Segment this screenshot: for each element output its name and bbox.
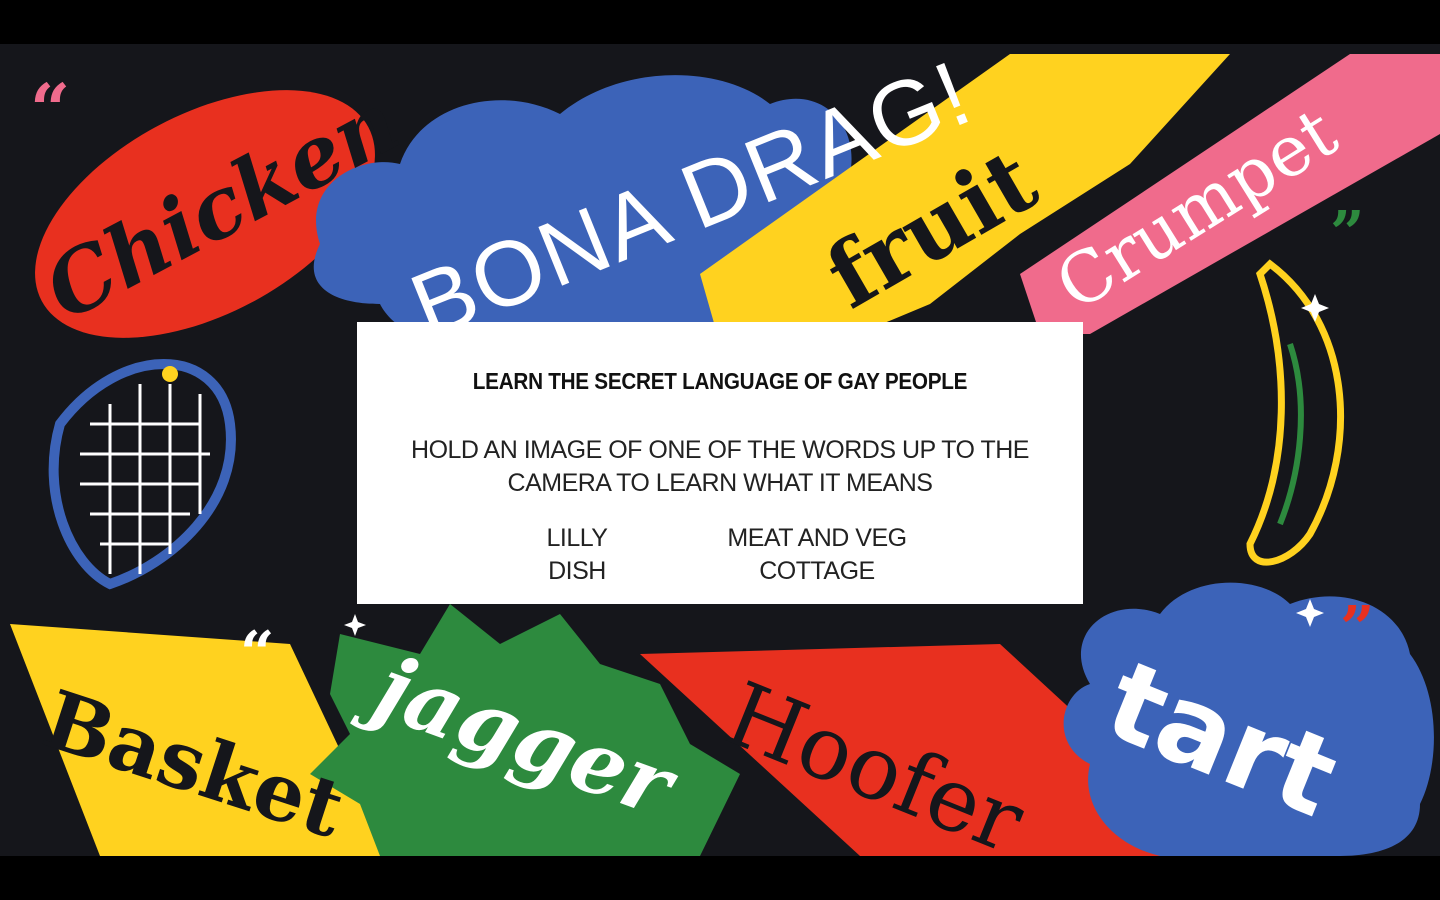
quote-mark-pink: “	[30, 68, 70, 151]
info-panel: LEARN THE SECRET LANGUAGE OF GAY PEOPLE …	[357, 322, 1083, 604]
quote-mark-red: ”	[1340, 594, 1375, 664]
quote-mark-white: “	[240, 619, 275, 689]
panel-instruction: HOLD AN IMAGE OF ONE OF THE WORDS UP TO …	[411, 436, 1029, 497]
word-dish: DISH	[548, 557, 606, 585]
word-list-left: LILLY DISH	[517, 522, 637, 588]
word-lilly: LILLY	[546, 524, 608, 552]
quote-mark-green: ”	[1330, 199, 1365, 269]
word-list-right: MEAT AND VEG COTTAGE	[697, 522, 937, 588]
panel-title: LEARN THE SECRET LANGUAGE OF GAY PEOPLE	[472, 368, 968, 394]
word-cottage: COTTAGE	[759, 557, 875, 585]
word-meat-and-veg: MEAT AND VEG	[727, 524, 907, 552]
fish-illustration	[48, 359, 236, 590]
